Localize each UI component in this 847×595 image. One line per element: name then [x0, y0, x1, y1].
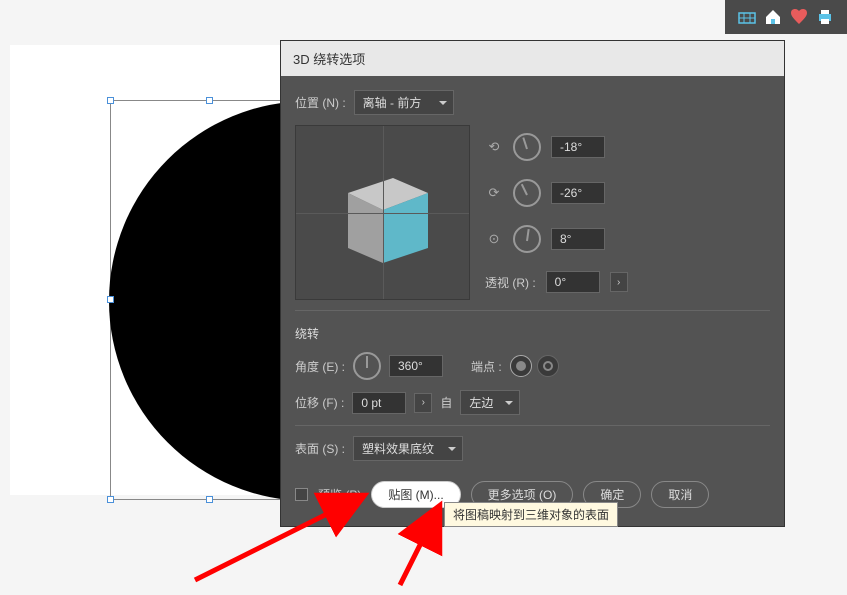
x-angle-dial[interactable]	[513, 133, 541, 161]
resize-handle[interactable]	[206, 496, 213, 503]
offset-label: 位移 (F) :	[295, 394, 344, 411]
rotate-x-icon: ⟲	[485, 140, 503, 154]
offset-step-button[interactable]: ›	[414, 393, 432, 413]
resize-handle[interactable]	[107, 97, 114, 104]
position-label: 位置 (N) :	[295, 94, 346, 111]
toolbar-heart-icon[interactable]	[787, 5, 811, 29]
cap-on-button[interactable]	[510, 355, 532, 377]
position-value: 离轴 - 前方	[363, 94, 422, 111]
top-toolbar	[725, 0, 847, 34]
surface-label: 表面 (S) :	[295, 440, 345, 457]
y-angle-input[interactable]: -26°	[551, 182, 605, 204]
resize-handle[interactable]	[107, 296, 114, 303]
z-angle-dial[interactable]	[513, 225, 541, 253]
resize-handle[interactable]	[206, 97, 213, 104]
cap-label: 端点 :	[471, 358, 502, 375]
y-angle-dial[interactable]	[513, 179, 541, 207]
revolve-options-dialog: 3D 绕转选项 位置 (N) : 离轴 - 前方 ⟲ -18°	[280, 40, 785, 527]
map-art-tooltip: 将图稿映射到三维对象的表面	[444, 502, 618, 527]
perspective-label: 透视 (R) :	[485, 274, 536, 291]
toolbar-grid-icon[interactable]	[735, 5, 759, 29]
from-edge-dropdown[interactable]: 左边	[460, 390, 520, 415]
toolbar-home-icon[interactable]	[761, 5, 785, 29]
offset-input[interactable]: 0 pt	[352, 392, 406, 414]
perspective-step-button[interactable]: ›	[610, 272, 628, 292]
revolve-angle-input[interactable]: 360°	[389, 355, 443, 377]
from-edge-value: 左边	[469, 394, 493, 411]
from-label: 自	[440, 394, 452, 411]
orientation-cube-widget[interactable]	[295, 125, 470, 300]
z-angle-input[interactable]: 8°	[551, 228, 605, 250]
surface-value: 塑料效果底纹	[362, 440, 434, 457]
cancel-button[interactable]: 取消	[651, 481, 709, 508]
revolve-section-title: 绕转	[295, 325, 770, 342]
resize-handle[interactable]	[107, 496, 114, 503]
rotate-y-icon: ⟳	[485, 186, 503, 200]
cap-off-button[interactable]	[537, 355, 559, 377]
surface-dropdown[interactable]: 塑料效果底纹	[353, 436, 463, 461]
preview-checkbox[interactable]	[295, 488, 308, 501]
rotate-z-icon: ⊙	[485, 232, 503, 246]
perspective-input[interactable]: 0°	[546, 271, 600, 293]
dialog-title: 3D 绕转选项	[281, 41, 784, 76]
x-angle-input[interactable]: -18°	[551, 136, 605, 158]
preview-label: 预览 (P)	[318, 486, 361, 503]
revolve-angle-dial[interactable]	[353, 352, 381, 380]
position-dropdown[interactable]: 离轴 - 前方	[354, 90, 454, 115]
angle-label: 角度 (E) :	[295, 358, 345, 375]
toolbar-print-icon[interactable]	[813, 5, 837, 29]
